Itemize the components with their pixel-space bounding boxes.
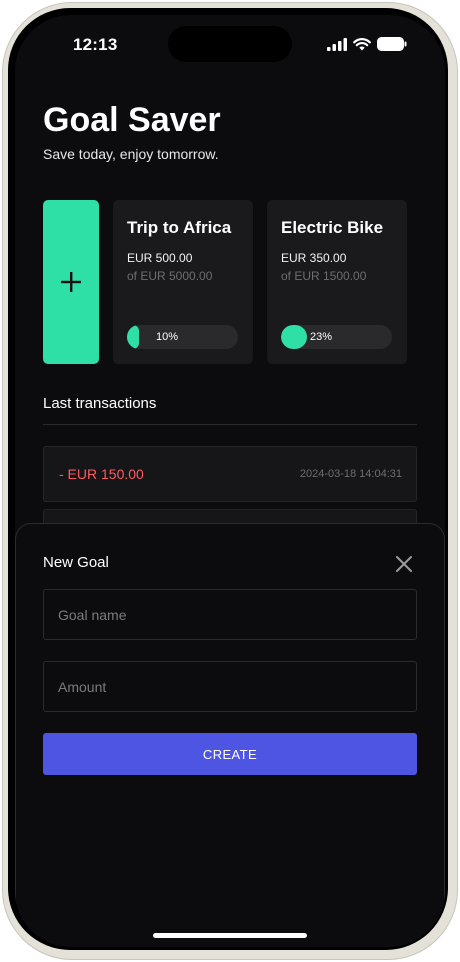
close-icon <box>396 556 412 572</box>
transaction-date: 2024-03-18 14:04:31 <box>299 468 402 480</box>
goal-title: Electric Bike <box>281 218 384 237</box>
goal-name-input[interactable] <box>44 590 416 639</box>
wifi-icon <box>353 37 371 50</box>
section-divider <box>43 424 417 425</box>
close-button[interactable] <box>392 552 416 576</box>
app-subtitle: Save today, enjoy tomorrow. <box>43 146 219 162</box>
goal-name-field <box>43 589 417 640</box>
status-icons <box>327 37 407 51</box>
goal-saved-amount: EUR 350.00 <box>281 251 347 265</box>
transaction-row[interactable]: - EUR 150.00 2024-03-18 14:04:31 <box>43 446 417 502</box>
goal-progress-label: 10% <box>155 331 179 343</box>
goal-target-amount: of EUR 5000.00 <box>127 269 213 283</box>
amount-input[interactable] <box>44 662 416 711</box>
goal-target-amount: of EUR 1500.00 <box>281 269 367 283</box>
create-button[interactable]: CREATE <box>43 733 417 775</box>
transactions-heading: Last transactions <box>43 395 157 412</box>
new-goal-sheet: New Goal CREATE <box>15 523 445 947</box>
goal-title: Trip to Africa <box>127 218 232 237</box>
status-time: 12:13 <box>73 35 118 54</box>
signal-icon <box>327 37 347 51</box>
goal-progress-bar: 10% <box>127 325 238 349</box>
goal-card[interactable]: Electric Bike EUR 350.00 of EUR 1500.00 … <box>267 200 407 364</box>
dynamic-island <box>168 26 292 62</box>
sheet-title: New Goal <box>43 554 109 571</box>
home-indicator <box>153 933 307 938</box>
plus-icon <box>61 272 81 292</box>
goal-saved-amount: EUR 500.00 <box>127 251 193 265</box>
goal-progress-label: 23% <box>309 331 333 343</box>
add-goal-button[interactable] <box>43 200 99 364</box>
amount-field <box>43 661 417 712</box>
app-title: Goal Saver <box>43 101 221 139</box>
goal-card[interactable]: Trip to Africa EUR 500.00 of EUR 5000.00… <box>113 200 253 364</box>
goal-progress-bar: 23% <box>281 325 392 349</box>
battery-icon <box>377 37 407 51</box>
app-screen: 12:13 Goal Saver Save today, enjoy tomor… <box>15 15 445 947</box>
transaction-amount: - EUR 150.00 <box>59 466 144 482</box>
